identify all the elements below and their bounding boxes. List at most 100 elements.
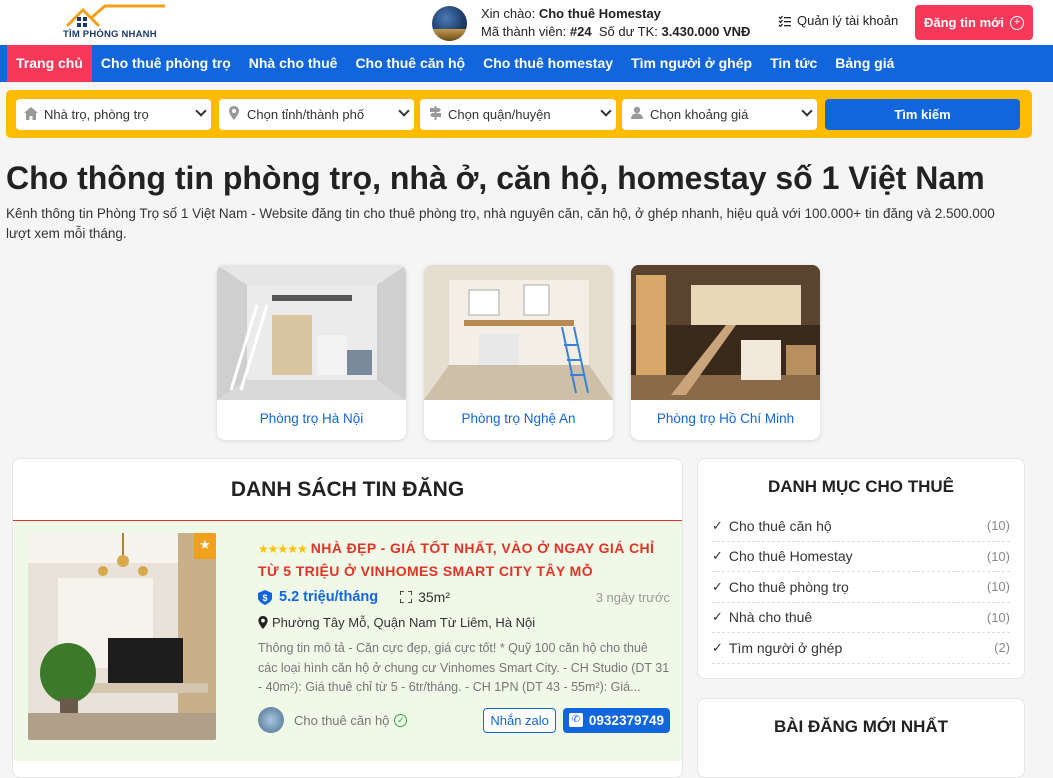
category-item[interactable]: ✓ Nhà cho thuê (10)	[712, 603, 1010, 633]
listing-title-text: NHÀ ĐẸP - GIÁ TỐT NHẤT, VÀO Ở NGAY GIÁ C…	[258, 540, 655, 579]
list-check-icon	[778, 15, 791, 27]
rating-stars: ★★★★★	[258, 542, 308, 556]
category-count: (10)	[986, 609, 1010, 625]
category-count: (10)	[986, 579, 1010, 595]
district-select[interactable]: Chọn quận/huyện	[420, 99, 616, 130]
category-label: Tìm người ở ghép	[728, 639, 843, 656]
home-icon	[24, 106, 38, 123]
signpost-icon	[428, 106, 442, 123]
listing-category[interactable]: Cho thuê căn hộ ✓	[294, 712, 408, 728]
list-item[interactable]: ★ ★★★★★ NHÀ ĐẸP - GIÁ TỐT NHẤT, VÀO Ở NGA…	[14, 521, 682, 761]
nav-item-rooms[interactable]: Cho thuê phòng trọ	[92, 45, 240, 82]
category-label: Cho thuê Homestay	[728, 548, 853, 565]
page-intro: Kênh thông tin Phòng Trọ số 1 Việt Nam -…	[6, 206, 995, 241]
call-button[interactable]: ✆ 0932379749	[562, 707, 670, 733]
listing-time: 3 ngày trước	[595, 589, 670, 605]
user-avatar[interactable]	[432, 5, 467, 41]
city-card-label: Phòng trọ Hồ Chí Minh	[656, 411, 795, 426]
city-card-label: Phòng trọ Hà Nội	[259, 411, 364, 426]
post-new-button[interactable]: Đăng tin mới +	[915, 5, 1033, 40]
category-item[interactable]: ✓ Cho thuê Homestay (10)	[712, 542, 1010, 572]
category-count: (10)	[986, 548, 1010, 564]
listing-address-text: Phường Tây Mỗ, Quận Nam Từ Liêm, Hà Nội	[272, 615, 536, 630]
chevron-down-icon	[398, 105, 410, 117]
listing-category-text: Cho thuê căn hộ	[294, 712, 390, 728]
chevron-down-icon	[801, 105, 813, 117]
category-item[interactable]: ✓ Tìm người ở ghép (2)	[712, 633, 1010, 664]
nav-item-apartments[interactable]: Cho thuê căn hộ	[346, 45, 474, 82]
latest-posts-title: BÀI ĐĂNG MỚI NHẤT	[773, 717, 949, 736]
price-select-value: Chọn khoảng giá	[650, 107, 749, 122]
main-nav: Trang chủ Cho thuê phòng trọ Nhà cho thu…	[0, 45, 1053, 82]
balance-value: 3.430.000 VNĐ	[661, 24, 751, 39]
user-info: Xin chào: Cho thuê Homestay Mã thành viê…	[432, 5, 750, 41]
city-card-nghean[interactable]: Phòng trọ Nghệ An	[424, 265, 613, 440]
city-card-hanoi[interactable]: Phòng trọ Hà Nội	[217, 265, 406, 440]
logo-text: TÌM PHÒNG NHANH	[63, 29, 157, 40]
greeting-line: Xin chào: Cho thuê Homestay	[481, 5, 750, 23]
member-line: Mã thành viên: #24 Số dư TK: 3.430.000 V…	[481, 23, 750, 41]
post-new-label: Đăng tin mới	[923, 15, 1005, 30]
district-select-value: Chọn quận/huyện	[448, 107, 551, 122]
listing-description: Thông tin mô tả - Căn cực đẹp, giá cực t…	[258, 641, 670, 694]
search-button[interactable]: Tìm kiếm	[825, 99, 1020, 130]
chevron-down-icon	[195, 105, 207, 117]
type-select[interactable]: Nhà trọ, phòng trọ	[16, 99, 211, 130]
site-logo[interactable]: TÌM PHÒNG NHANH	[63, 4, 167, 40]
listing-price-text: 5.2 triệu/tháng	[279, 589, 379, 605]
category-item[interactable]: ✓ Cho thuê căn hộ (10)	[712, 511, 1010, 542]
check-icon: ✓	[712, 578, 723, 594]
balance-label: Số dư TK:	[598, 24, 658, 39]
price-select[interactable]: Chọn khoảng giá	[622, 99, 817, 130]
listing-title[interactable]: ★★★★★ NHÀ ĐẸP - GIÁ TỐT NHẤT, VÀO Ở NGAY …	[258, 537, 670, 582]
search-bar: Nhà trọ, phòng trọ Chọn tỉnh/thành phố C…	[6, 90, 1032, 138]
manage-account-link[interactable]: Quản lý tài khoản	[778, 13, 898, 28]
page-title: Cho thông tin phòng trọ, nhà ở, căn hộ, …	[6, 160, 985, 196]
nav-item-news[interactable]: Tin tức	[761, 45, 826, 82]
member-label: Mã thành viên:	[481, 24, 567, 39]
poster-avatar[interactable]	[258, 707, 284, 733]
call-button-number: 0932379749	[588, 712, 664, 728]
house-logo-icon	[65, 4, 165, 28]
type-select-value: Nhà trọ, phòng trọ	[44, 107, 149, 122]
city-card-hcm[interactable]: Phòng trọ Hồ Chí Minh	[631, 265, 820, 440]
member-id: #24	[569, 24, 592, 39]
category-item[interactable]: ✓ Cho thuê phòng trọ (10)	[712, 572, 1010, 603]
city-card-label: Phòng trọ Nghệ An	[461, 411, 576, 426]
listing-area-text: 35m²	[418, 589, 451, 605]
listing-photo[interactable]: ★	[28, 533, 216, 740]
latest-posts-panel: BÀI ĐĂNG MỚI NHẤT	[697, 698, 1025, 778]
svg-text:$: $	[262, 593, 267, 603]
room-photo	[631, 265, 820, 400]
zalo-button[interactable]: Nhắn zalo	[483, 707, 556, 733]
category-label: Cho thuê phòng trọ	[728, 578, 849, 595]
city-select-value: Chọn tỉnh/thành phố	[247, 107, 365, 122]
check-icon: ✓	[712, 609, 723, 625]
nav-item-home[interactable]: Trang chủ	[7, 45, 92, 82]
phone-icon: ✆	[568, 713, 583, 727]
check-icon: ✓	[712, 517, 723, 533]
category-count: (10)	[986, 518, 1010, 534]
manage-account-label: Quản lý tài khoản	[797, 13, 899, 28]
nav-item-pricing[interactable]: Bảng giá	[826, 45, 903, 82]
room-photo	[424, 265, 613, 400]
categories-title: DANH MỤC CHO THUÊ	[767, 477, 955, 496]
listing-meta: $ 5.2 triệu/tháng 35m² 3 ngày trước	[258, 587, 670, 607]
nav-item-houses[interactable]: Nhà cho thuê	[240, 45, 347, 82]
city-select[interactable]: Chọn tỉnh/thành phố	[219, 99, 414, 130]
listing-address: Phường Tây Mỗ, Quận Nam Từ Liêm, Hà Nội	[258, 615, 535, 630]
category-label: Cho thuê căn hộ	[728, 517, 832, 534]
listings-panel: DANH SÁCH TIN ĐĂNG ★ ★★★★★NHÀ ĐẸP - GIÁ	[12, 458, 683, 778]
site-header: TÌM PHÒNG NHANH Xin chào: Cho thuê Homes…	[0, 0, 1053, 45]
listing-area: 35m²	[400, 589, 450, 605]
verified-check-icon: ✓	[394, 713, 408, 727]
check-icon: ✓	[712, 639, 723, 655]
nav-item-homestay[interactable]: Cho thuê homestay	[474, 45, 622, 82]
listing-footer: Cho thuê căn hộ ✓ Nhắn zalo ✆ 0932379749	[258, 707, 670, 733]
map-pin-icon	[258, 616, 268, 629]
expand-icon	[400, 591, 413, 603]
nav-item-roommates[interactable]: Tìm người ở ghép	[622, 45, 761, 82]
listing-price: $ 5.2 triệu/tháng	[258, 589, 378, 605]
category-count: (2)	[994, 640, 1010, 656]
map-pin-icon	[227, 106, 241, 123]
